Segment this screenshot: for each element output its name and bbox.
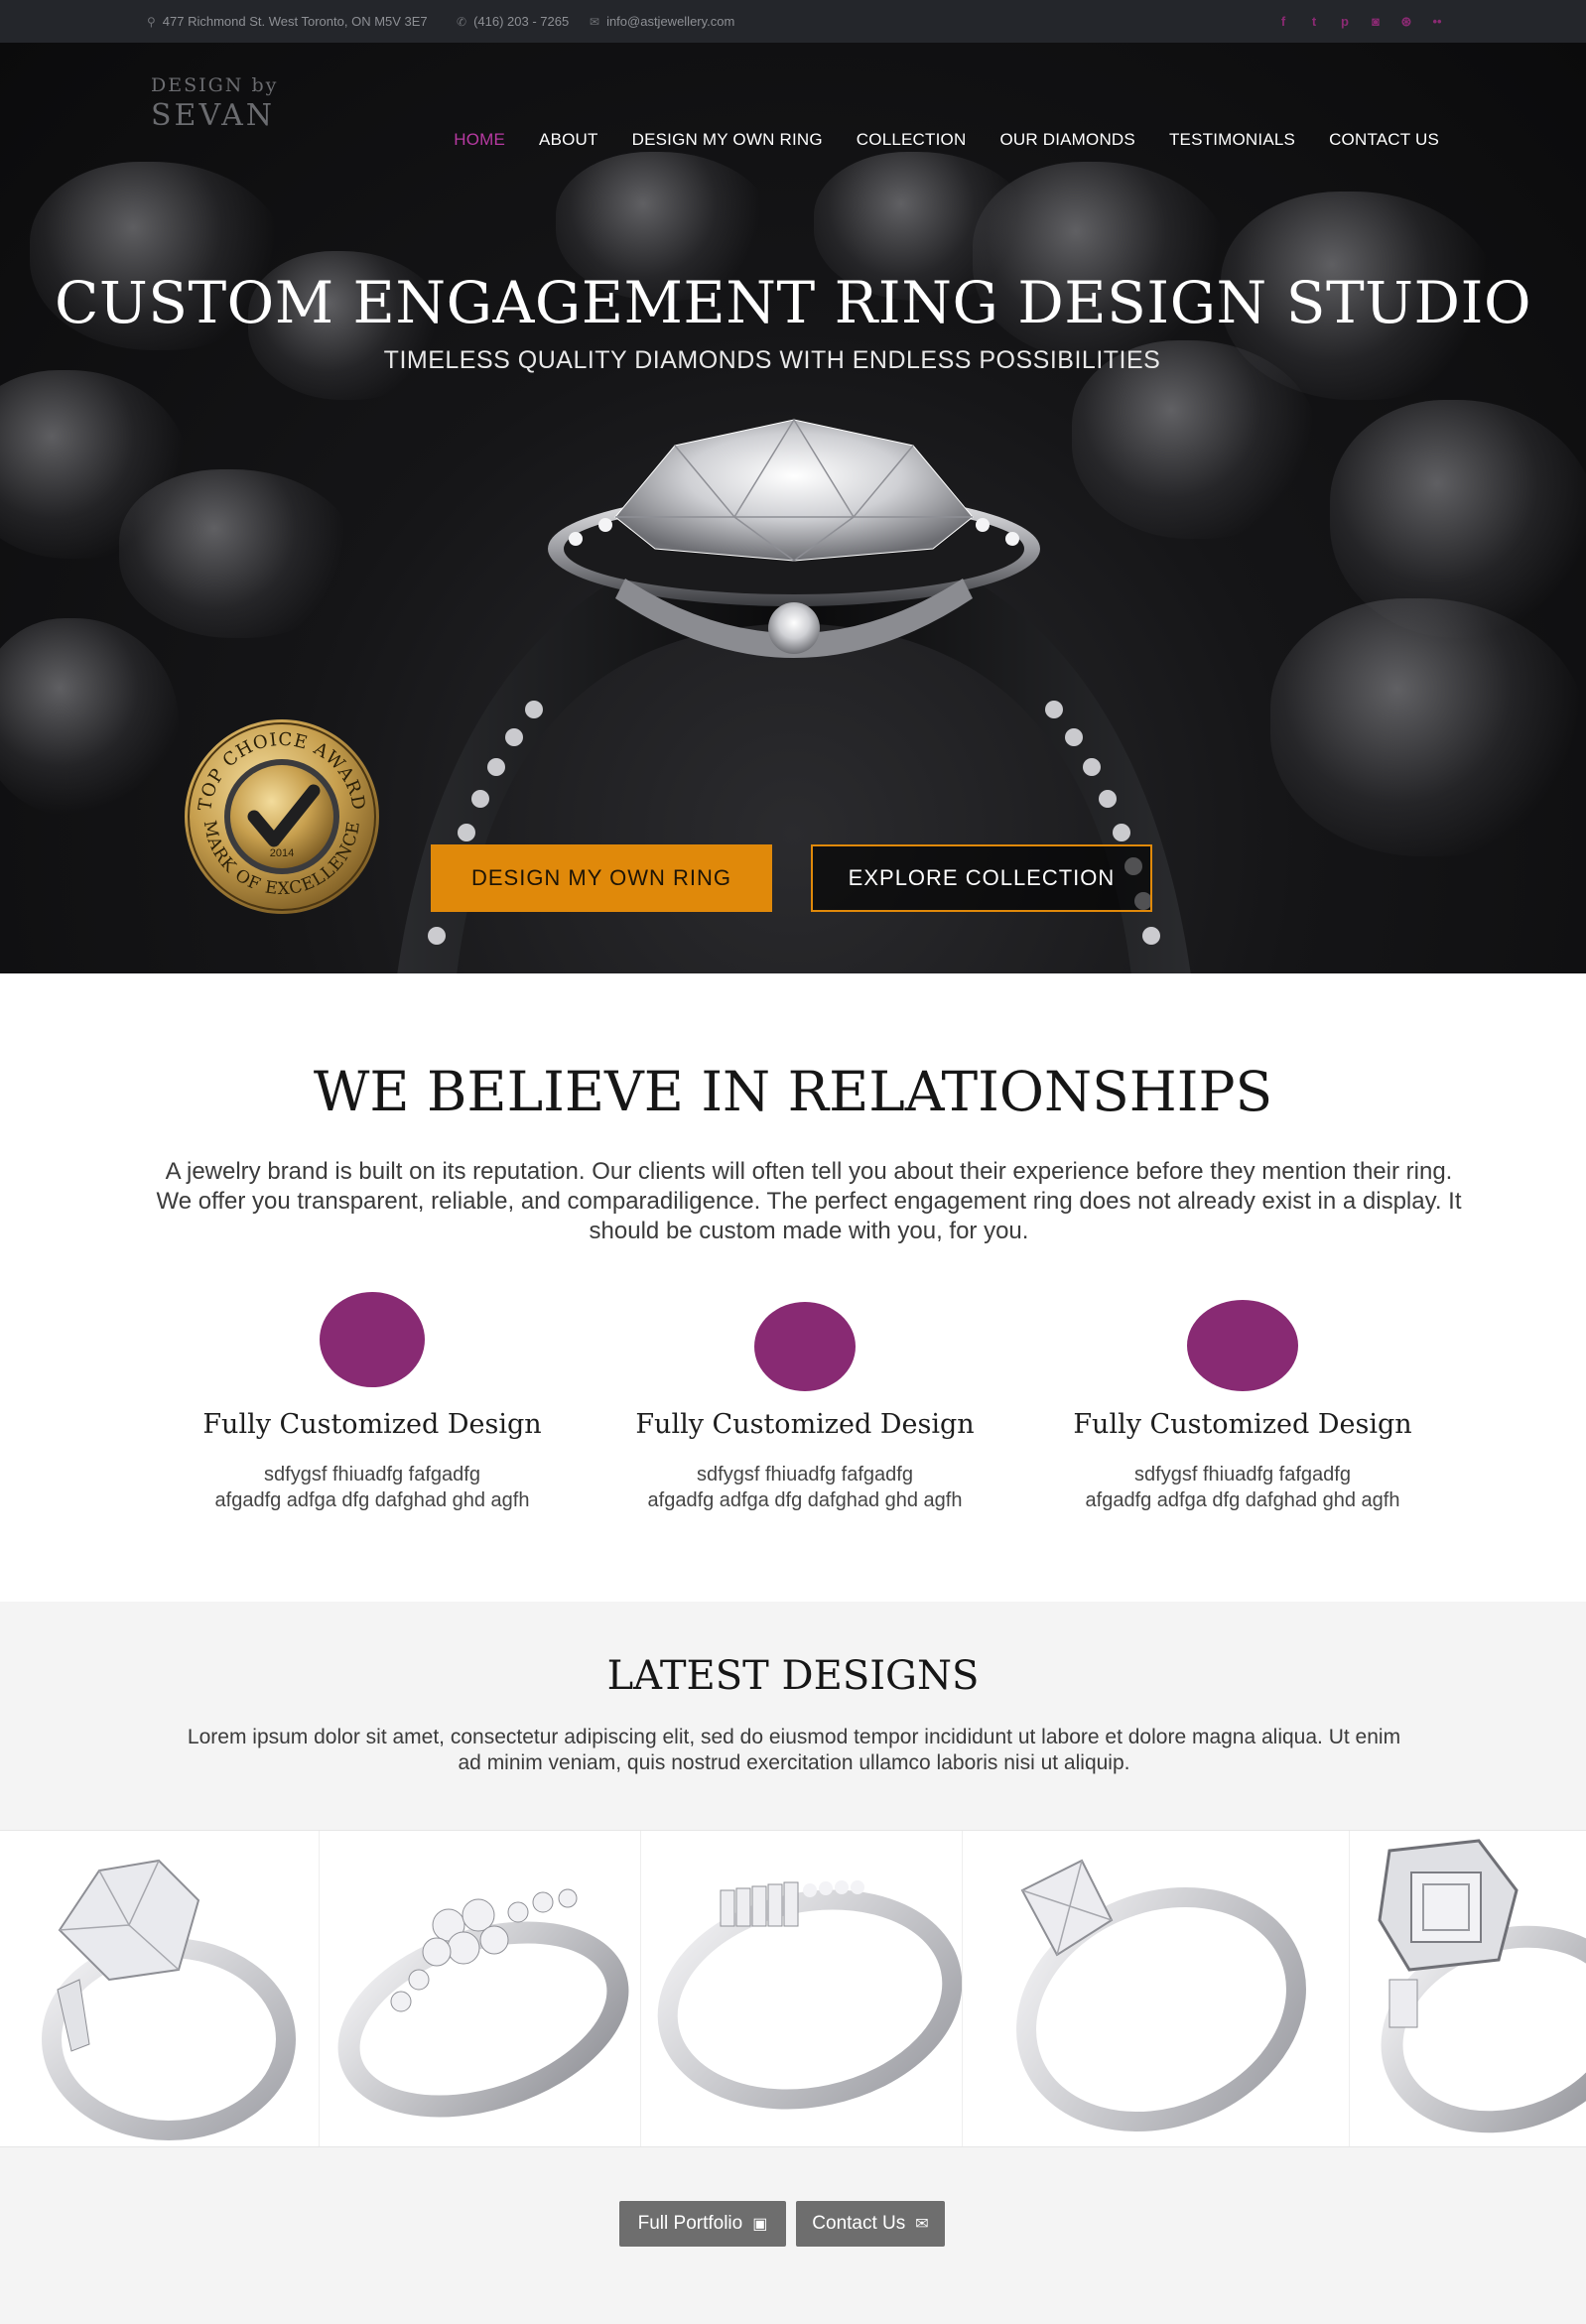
gallery-ring-princess[interactable]	[963, 1831, 1350, 2146]
top-choice-award-badge: TOP CHOICE AWARD MARK OF EXCELLENCE 2014	[185, 719, 379, 914]
ring-image	[1016, 1859, 1306, 2132]
gallery-ring-cushion[interactable]	[0, 1831, 320, 2146]
feature-title: Fully Customized Design	[635, 1409, 975, 1440]
gallery-ring-bypass[interactable]	[641, 1831, 963, 2146]
feature-text: sdfygsf fhiuadfg fafgadfg afgadfg adfga …	[606, 1462, 1003, 1513]
believe-paragraph: A jewelry brand is built on its reputati…	[156, 1158, 1462, 1244]
nav-item-contact-us[interactable]: CONTACT US	[1329, 130, 1439, 150]
envelope-icon: ✉	[590, 14, 600, 29]
feature-text-line: sdfygsf fhiuadfg fafgadfg	[1134, 1464, 1351, 1485]
pinterest-icon[interactable]: p	[1337, 14, 1353, 29]
feature-card: Fully Customized Design sdfygsf fhiuadfg…	[606, 1292, 1003, 1513]
main-nav: HOME ABOUT DESIGN MY OWN RING COLLECTION…	[454, 130, 1439, 150]
gallery-ring-emerald-halo[interactable]	[1350, 1831, 1586, 2146]
full-portfolio-button[interactable]: Full Portfolio ▣	[619, 2201, 786, 2247]
nav-item-testimonials[interactable]: TESTIMONIALS	[1169, 130, 1295, 150]
hero-title: CUSTOM ENGAGEMENT RING DESIGN STUDIO	[55, 269, 1531, 336]
feature-text: sdfygsf fhiuadfg fafgadfg afgadfg adfga …	[1044, 1462, 1441, 1513]
facebook-icon[interactable]: f	[1275, 14, 1291, 29]
dribbble-icon[interactable]: ⊛	[1398, 14, 1414, 30]
feature-text-line: sdfygsf fhiuadfg fafgadfg	[697, 1464, 913, 1485]
envelope-icon: ✉	[915, 2216, 929, 2233]
feature-card: Fully Customized Design sdfygsf fhiuadfg…	[1044, 1292, 1441, 1513]
nav-item-collection[interactable]: COLLECTION	[857, 130, 967, 150]
feature-circle-icon	[754, 1302, 856, 1391]
logo-line1: DESIGN by	[151, 74, 279, 96]
feature-circle-icon	[320, 1292, 425, 1387]
ring-image	[657, 1880, 962, 2110]
phone-icon: ✆	[457, 14, 467, 29]
nav-item-design-my-own-ring[interactable]: DESIGN MY OWN RING	[632, 130, 823, 150]
hero-subtitle: TIMELESS QUALITY DIAMONDS WITH ENDLESS P…	[383, 346, 1161, 374]
feature-card: Fully Customized Design sdfygsf fhiuadfg…	[174, 1292, 571, 1513]
full-portfolio-label: Full Portfolio	[637, 2213, 743, 2234]
address-text: 477 Richmond St. West Toronto, ON M5V 3E…	[162, 14, 428, 29]
phone-text[interactable]: (416) 203 - 7265	[473, 14, 569, 29]
design-my-own-ring-button[interactable]: DESIGN MY OWN RING	[431, 844, 772, 912]
bokeh-diamond	[1270, 598, 1586, 856]
latest-designs-heading: LATEST DESIGNS	[606, 1653, 980, 1699]
hero-section: DESIGN by SEVAN HOME ABOUT DESIGN MY OWN…	[0, 43, 1586, 973]
feature-title: Fully Customized Design	[202, 1409, 542, 1440]
top-info-bar: ⚲ 477 Richmond St. West Toronto, ON M5V …	[0, 0, 1586, 43]
ring-image	[337, 1888, 629, 2118]
email-info[interactable]: ✉ info@astjewellery.com	[590, 0, 734, 43]
map-marker-icon: ⚲	[147, 14, 156, 29]
email-text[interactable]: info@astjewellery.com	[606, 14, 734, 29]
logo-line2: SEVAN	[151, 98, 275, 133]
site-logo[interactable]: DESIGN by SEVAN	[151, 74, 290, 133]
flickr-icon[interactable]: ••	[1429, 14, 1445, 29]
bokeh-diamond	[0, 618, 179, 817]
nav-item-our-diamonds[interactable]: OUR DIAMONDS	[999, 130, 1135, 150]
feature-text-line: sdfygsf fhiuadfg fafgadfg	[264, 1464, 480, 1485]
social-links: f t p ◙ ⊛ ••	[1275, 0, 1445, 43]
feature-circle-icon	[1187, 1300, 1298, 1391]
believe-heading: WE BELIEVE IN RELATIONSHIPS	[313, 1060, 1273, 1123]
feature-text-line: afgadfg adfga dfg dafghad ghd agfh	[214, 1489, 530, 1511]
gallery-ring-cluster[interactable]	[320, 1831, 641, 2146]
ring-gallery	[0, 1830, 1586, 2147]
address-info: ⚲ 477 Richmond St. West Toronto, ON M5V …	[147, 0, 428, 43]
nav-item-about[interactable]: ABOUT	[539, 130, 598, 150]
latest-designs-paragraph: Lorem ipsum dolor sit amet, consectetur …	[187, 1726, 1401, 1774]
nav-item-home[interactable]: HOME	[454, 130, 505, 150]
feature-text: sdfygsf fhiuadfg fafgadfg afgadfg adfga …	[174, 1462, 571, 1513]
ring-image	[1378, 1839, 1586, 2133]
twitter-icon[interactable]: t	[1306, 14, 1322, 29]
briefcase-icon: ▣	[752, 2216, 768, 2233]
bokeh-diamond	[119, 469, 357, 638]
ring-image	[42, 1859, 296, 2140]
badge-year: 2014	[270, 847, 294, 859]
contact-us-button[interactable]: Contact Us ✉	[796, 2201, 945, 2247]
feature-text-line: afgadfg adfga dfg dafghad ghd agfh	[1085, 1489, 1400, 1511]
feature-text-line: afgadfg adfga dfg dafghad ghd agfh	[647, 1489, 963, 1511]
contact-us-label: Contact Us	[812, 2213, 906, 2234]
latest-designs-section: LATEST DESIGNS Lorem ipsum dolor sit ame…	[0, 1602, 1586, 2324]
instagram-icon[interactable]: ◙	[1368, 14, 1384, 29]
explore-collection-button[interactable]: EXPLORE COLLECTION	[811, 844, 1152, 912]
phone-info[interactable]: ✆ (416) 203 - 7265	[457, 0, 569, 43]
feature-title: Fully Customized Design	[1073, 1409, 1412, 1440]
